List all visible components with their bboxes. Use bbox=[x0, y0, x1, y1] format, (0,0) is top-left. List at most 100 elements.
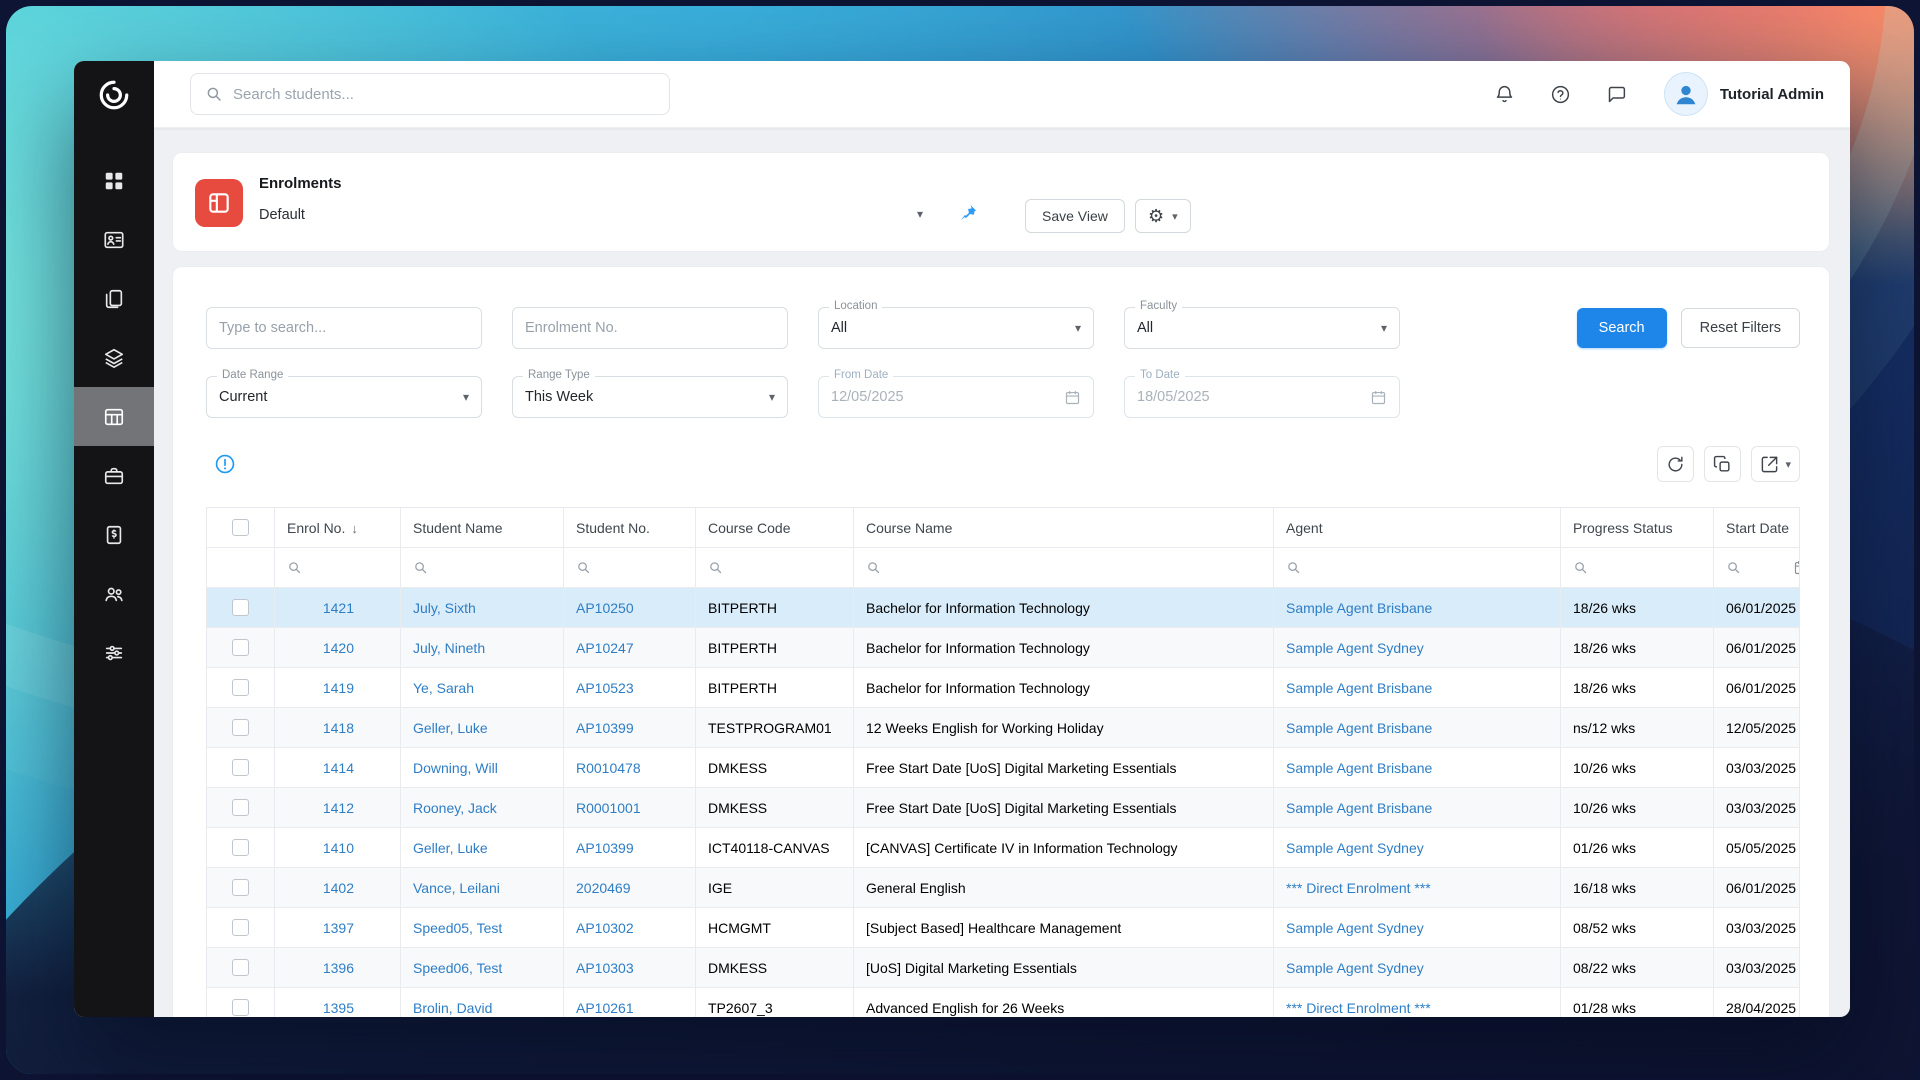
sidebar-item-enrolments[interactable] bbox=[74, 387, 154, 446]
row-select-cell[interactable] bbox=[207, 908, 275, 948]
row-checkbox[interactable] bbox=[232, 719, 249, 737]
student-name-link[interactable]: Vance, Leilani bbox=[413, 880, 500, 896]
agent-link[interactable]: Sample Agent Sydney bbox=[1286, 840, 1424, 856]
sidebar-item-students[interactable] bbox=[74, 210, 154, 269]
sidebar-item-documents[interactable] bbox=[74, 269, 154, 328]
student-no-link[interactable]: AP10303 bbox=[576, 960, 634, 976]
pin-icon[interactable] bbox=[959, 203, 978, 222]
enrolment-no-input[interactable] bbox=[512, 307, 788, 349]
date-range-select[interactable]: Date Range Current ▾ bbox=[206, 369, 482, 418]
reset-filters-button[interactable]: Reset Filters bbox=[1680, 308, 1800, 348]
table-row[interactable]: 1412 Rooney, Jack R0001001 DMKESS Free Start… bbox=[207, 788, 1799, 828]
sidebar-item-dashboard[interactable] bbox=[74, 151, 154, 210]
table-row[interactable]: 1420 July, Nineth AP10247 BITPERTH Bachelor … bbox=[207, 628, 1799, 668]
row-checkbox[interactable] bbox=[232, 879, 249, 897]
student-no-link[interactable]: AP10523 bbox=[576, 680, 634, 696]
col-header-course-code[interactable]: Course Code bbox=[696, 508, 854, 548]
row-checkbox[interactable] bbox=[232, 959, 249, 977]
row-select-cell[interactable] bbox=[207, 988, 275, 1017]
student-name-link[interactable]: Geller, Luke bbox=[413, 840, 488, 856]
user-avatar[interactable] bbox=[1664, 73, 1707, 115]
row-checkbox[interactable] bbox=[232, 919, 249, 937]
row-select-cell[interactable] bbox=[207, 628, 275, 668]
student-name-link[interactable]: Speed06, Test bbox=[413, 960, 502, 976]
student-name-link[interactable]: Ye, Sarah bbox=[413, 680, 474, 696]
enrol-no-link[interactable]: 1396 bbox=[323, 960, 354, 976]
faculty-select[interactable]: Faculty All ▾ bbox=[1124, 300, 1400, 349]
sidebar-item-services[interactable] bbox=[74, 446, 154, 505]
row-checkbox[interactable] bbox=[232, 679, 249, 697]
table-row[interactable]: 1396 Speed06, Test AP10303 DMKESS [UoS] Digi… bbox=[207, 948, 1799, 988]
search-button[interactable]: Search bbox=[1576, 308, 1667, 348]
student-name-link[interactable]: Downing, Will bbox=[413, 760, 498, 776]
student-no-link[interactable]: AP10247 bbox=[576, 640, 634, 656]
table-row[interactable]: 1410 Geller, Luke AP10399 ICT40118-CANVAS [C… bbox=[207, 828, 1799, 868]
row-checkbox[interactable] bbox=[232, 599, 249, 617]
student-name-link[interactable]: Speed05, Test bbox=[413, 920, 502, 936]
student-name-link[interactable]: July, Sixth bbox=[413, 600, 476, 616]
help-button[interactable] bbox=[1549, 82, 1573, 106]
chevron-down-icon[interactable]: ▾ bbox=[917, 207, 923, 221]
agent-link[interactable]: Sample Agent Brisbane bbox=[1286, 680, 1432, 696]
col-header-student-name[interactable]: Student Name bbox=[401, 508, 564, 548]
filter-agent[interactable] bbox=[1274, 548, 1561, 588]
student-name-link[interactable]: July, Nineth bbox=[413, 640, 485, 656]
quick-search-input[interactable] bbox=[206, 307, 482, 349]
info-icon[interactable] bbox=[214, 453, 236, 475]
enrol-no-link[interactable]: 1421 bbox=[323, 600, 354, 616]
notifications-button[interactable] bbox=[1493, 82, 1517, 106]
row-select-cell[interactable] bbox=[207, 668, 275, 708]
student-no-link[interactable]: AP10250 bbox=[576, 600, 634, 616]
row-checkbox[interactable] bbox=[232, 639, 249, 657]
col-header-agent[interactable]: Agent bbox=[1274, 508, 1561, 548]
enrol-no-link[interactable]: 1419 bbox=[323, 680, 354, 696]
student-no-link[interactable]: AP10261 bbox=[576, 1000, 634, 1016]
export-button[interactable]: ▾ bbox=[1751, 446, 1800, 482]
student-no-link[interactable]: R0001001 bbox=[576, 800, 641, 816]
filter-course-name[interactable] bbox=[854, 548, 1274, 588]
filter-progress-status[interactable] bbox=[1561, 548, 1714, 588]
enrol-no-link[interactable]: 1420 bbox=[323, 640, 354, 656]
enrol-no-link[interactable]: 1412 bbox=[323, 800, 354, 816]
table-row[interactable]: 1419 Ye, Sarah AP10523 BITPERTH Bachelor for… bbox=[207, 668, 1799, 708]
enrol-no-link[interactable]: 1402 bbox=[323, 880, 354, 896]
row-select-cell[interactable] bbox=[207, 708, 275, 748]
row-select-cell[interactable] bbox=[207, 868, 275, 908]
row-checkbox[interactable] bbox=[232, 799, 249, 817]
row-checkbox[interactable] bbox=[232, 999, 249, 1017]
sidebar-item-agents[interactable] bbox=[74, 564, 154, 623]
from-date-field[interactable]: From Date 12/05/2025 bbox=[818, 369, 1094, 418]
student-no-link[interactable]: AP10399 bbox=[576, 840, 634, 856]
view-settings-button[interactable]: ⚙ ▾ bbox=[1135, 199, 1191, 233]
row-checkbox[interactable] bbox=[232, 839, 249, 857]
col-header-progress-status[interactable]: Progress Status bbox=[1561, 508, 1714, 548]
sidebar-item-finance[interactable] bbox=[74, 505, 154, 564]
table-row[interactable]: 1397 Speed05, Test AP10302 HCMGMT [Subject B… bbox=[207, 908, 1799, 948]
agent-link[interactable]: Sample Agent Brisbane bbox=[1286, 800, 1432, 816]
filter-start-date[interactable] bbox=[1714, 548, 1799, 588]
view-selector[interactable]: Default bbox=[259, 207, 305, 223]
to-date-field[interactable]: To Date 18/05/2025 bbox=[1124, 369, 1400, 418]
agent-link[interactable]: Sample Agent Sydney bbox=[1286, 640, 1424, 656]
global-search-input[interactable] bbox=[233, 85, 655, 103]
enrol-no-link[interactable]: 1418 bbox=[323, 720, 354, 736]
student-no-link[interactable]: AP10302 bbox=[576, 920, 634, 936]
student-name-link[interactable]: Geller, Luke bbox=[413, 720, 488, 736]
table-row[interactable]: 1402 Vance, Leilani 2020469 IGE General Engl… bbox=[207, 868, 1799, 908]
save-view-button[interactable]: Save View bbox=[1025, 199, 1125, 233]
enrol-no-link[interactable]: 1395 bbox=[323, 1000, 354, 1016]
agent-link[interactable]: *** Direct Enrolment *** bbox=[1286, 880, 1431, 896]
agent-link[interactable]: Sample Agent Brisbane bbox=[1286, 760, 1432, 776]
row-select-cell[interactable] bbox=[207, 748, 275, 788]
row-select-cell[interactable] bbox=[207, 948, 275, 988]
col-header-start-date[interactable]: Start Date bbox=[1714, 508, 1799, 548]
col-header-course-name[interactable]: Course Name bbox=[854, 508, 1274, 548]
sidebar-item-settings[interactable] bbox=[74, 623, 154, 682]
student-no-link[interactable]: R0010478 bbox=[576, 760, 641, 776]
row-select-cell[interactable] bbox=[207, 588, 275, 628]
student-name-link[interactable]: Brolin, David bbox=[413, 1000, 492, 1016]
chat-button[interactable] bbox=[1605, 82, 1629, 106]
filter-course-code[interactable] bbox=[696, 548, 854, 588]
student-name-link[interactable]: Rooney, Jack bbox=[413, 800, 497, 816]
agent-link[interactable]: *** Direct Enrolment *** bbox=[1286, 1000, 1431, 1016]
